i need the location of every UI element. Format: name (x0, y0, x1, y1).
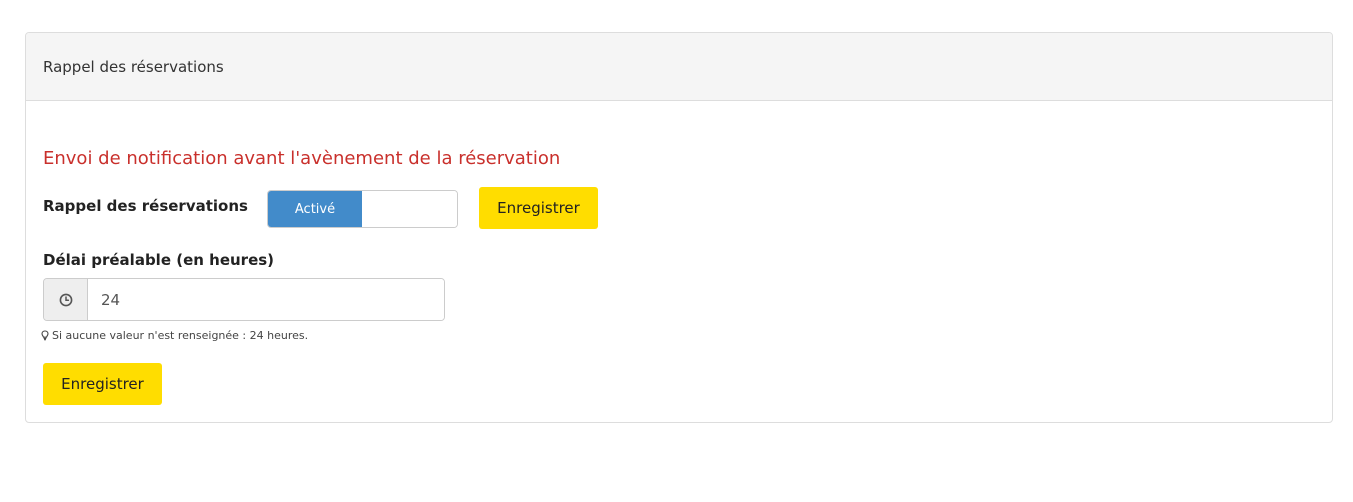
help-text-label: Si aucune valeur n'est renseignée : 24 h… (52, 329, 309, 342)
clock-icon (44, 279, 88, 320)
save-toggle-button[interactable]: Enregistrer (479, 187, 598, 229)
lightbulb-icon (41, 330, 49, 341)
panel-heading: Rappel des réservations (26, 33, 1332, 101)
delay-label: Délai préalable (en heures) (43, 251, 275, 269)
toggle-handle (362, 191, 457, 227)
save-delay-button[interactable]: Enregistrer (43, 363, 162, 405)
section-title: Envoi de notification avant l'avènement … (43, 148, 561, 169)
reminder-toggle-label: Rappel des réservations (43, 197, 248, 215)
delay-input-group (43, 278, 445, 321)
toggle-on-state: Activé (268, 191, 362, 227)
panel-title: Rappel des réservations (43, 57, 224, 76)
reminder-toggle-switch[interactable]: Activé (267, 190, 458, 228)
panel-body: Envoi de notification avant l'avènement … (26, 101, 1332, 422)
delay-help-text: Si aucune valeur n'est renseignée : 24 h… (41, 329, 308, 342)
reminder-panel: Rappel des réservations Envoi de notific… (25, 32, 1333, 423)
delay-hours-input[interactable] (88, 279, 444, 320)
